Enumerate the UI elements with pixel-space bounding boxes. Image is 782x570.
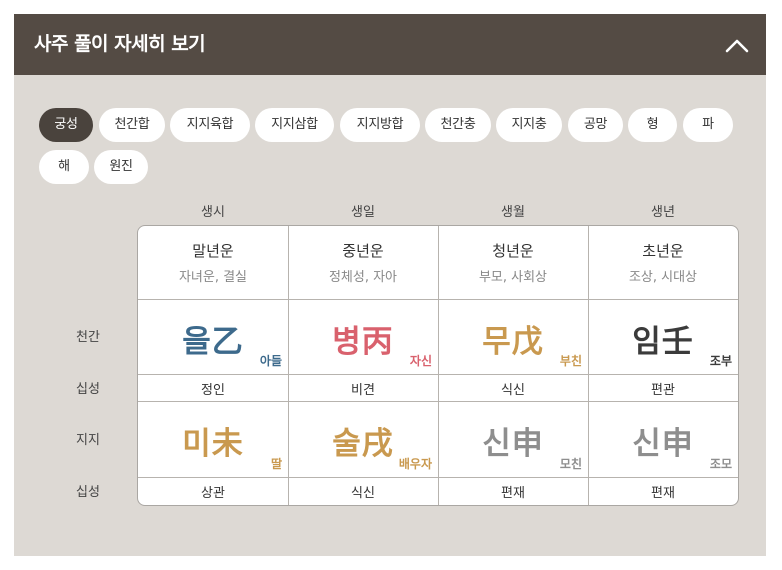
period-desc: 자녀운, 결실 bbox=[178, 270, 248, 285]
filter-chip-jiji-banghap[interactable]: 지지방합 bbox=[340, 108, 420, 142]
sipseong-value: 식신 bbox=[351, 486, 375, 501]
jiji-cell[interactable]: 신申 조모 bbox=[588, 402, 738, 477]
filter-chip-jiji-chung[interactable]: 지지충 bbox=[496, 108, 562, 142]
collapse-button[interactable] bbox=[722, 30, 752, 60]
row-label-sipseong-lower: 십성 bbox=[76, 485, 100, 500]
relation-label: 모친 bbox=[559, 457, 582, 471]
jiji-cell[interactable]: 신申 모친 bbox=[438, 402, 588, 477]
row-divider bbox=[138, 374, 738, 375]
filter-chip-gungseong[interactable]: 궁성 bbox=[39, 108, 93, 142]
relation-label: 자신 bbox=[409, 354, 432, 368]
chevron-up-icon bbox=[725, 39, 749, 53]
column-header-il: 생일 bbox=[351, 205, 375, 220]
period-desc: 부모, 사회상 bbox=[478, 270, 548, 285]
period-cell: 중년운 정체성, 자아 bbox=[288, 226, 438, 299]
row-divider bbox=[138, 477, 738, 478]
period-desc: 정체성, 자아 bbox=[328, 270, 398, 285]
period-name: 청년운 bbox=[492, 242, 534, 260]
relation-label: 딸 bbox=[270, 457, 282, 471]
filter-chip-gongmang[interactable]: 공망 bbox=[568, 108, 623, 142]
period-cell: 청년운 부모, 사회상 bbox=[438, 226, 588, 299]
filter-chip-hyeong[interactable]: 형 bbox=[628, 108, 677, 142]
sipseong-value: 편재 bbox=[651, 486, 675, 501]
row-label-sipseong-upper: 십성 bbox=[76, 382, 100, 397]
relation-label: 조부 bbox=[709, 354, 732, 368]
panel-title: 사주 풀이 자세히 보기 bbox=[34, 33, 206, 55]
panel-header[interactable]: 사주 풀이 자세히 보기 bbox=[14, 14, 766, 75]
saju-table: 말년운 자녀운, 결실 중년운 정체성, 자아 청년운 부모, 사회상 초년운 … bbox=[137, 225, 739, 506]
sipseong-value: 상관 bbox=[201, 486, 225, 501]
relation-label: 배우자 bbox=[398, 457, 432, 471]
cheongan-cell[interactable]: 병丙 자신 bbox=[288, 300, 438, 374]
filter-chip-jiji-samhap[interactable]: 지지삼합 bbox=[255, 108, 334, 142]
filter-chip-wonjin[interactable]: 원진 bbox=[94, 150, 148, 184]
sipseong-value: 식신 bbox=[501, 383, 525, 398]
column-header-nyeon: 생년 bbox=[651, 205, 675, 220]
filter-chip-cheongan-chung[interactable]: 천간충 bbox=[425, 108, 491, 142]
period-name: 말년운 bbox=[192, 242, 234, 260]
cheongan-cell[interactable]: 임壬 조부 bbox=[588, 300, 738, 374]
relation-label: 부친 bbox=[559, 354, 582, 368]
sipseong-value: 정인 bbox=[201, 383, 225, 398]
cheongan-cell[interactable]: 무戊 부친 bbox=[438, 300, 588, 374]
jiji-cell[interactable]: 미未 딸 bbox=[138, 402, 288, 477]
cheongan-cell[interactable]: 을乙 아들 bbox=[138, 300, 288, 374]
period-name: 초년운 bbox=[642, 242, 684, 260]
row-label-cheongan: 천간 bbox=[76, 330, 100, 345]
filter-chip-pa[interactable]: 파 bbox=[683, 108, 733, 142]
relation-label: 조모 bbox=[709, 457, 732, 471]
jiji-cell[interactable]: 술戌 배우자 bbox=[288, 402, 438, 477]
saju-detail-panel: 사주 풀이 자세히 보기 궁성 천간합 지지육합 지지삼합 지지방합 천간충 지… bbox=[14, 14, 766, 556]
period-cell: 말년운 자녀운, 결실 bbox=[138, 226, 288, 299]
filter-chip-jiji-yukhap[interactable]: 지지육합 bbox=[170, 108, 250, 142]
period-desc: 조상, 시대상 bbox=[628, 270, 698, 285]
row-label-jiji: 지지 bbox=[76, 433, 100, 448]
column-header-si: 생시 bbox=[201, 205, 225, 220]
period-cell: 초년운 조상, 시대상 bbox=[588, 226, 738, 299]
sipseong-value: 편재 bbox=[501, 486, 525, 501]
filter-chip-hae[interactable]: 해 bbox=[39, 150, 89, 184]
jiji-char: 미未 bbox=[182, 426, 244, 462]
sipseong-value: 편관 bbox=[651, 383, 675, 398]
filter-chip-cheongan-hap[interactable]: 천간합 bbox=[99, 108, 165, 142]
period-name: 중년운 bbox=[342, 242, 384, 260]
relation-label: 아들 bbox=[259, 354, 282, 368]
column-header-wol: 생월 bbox=[501, 205, 525, 220]
sipseong-value: 비견 bbox=[351, 383, 375, 398]
